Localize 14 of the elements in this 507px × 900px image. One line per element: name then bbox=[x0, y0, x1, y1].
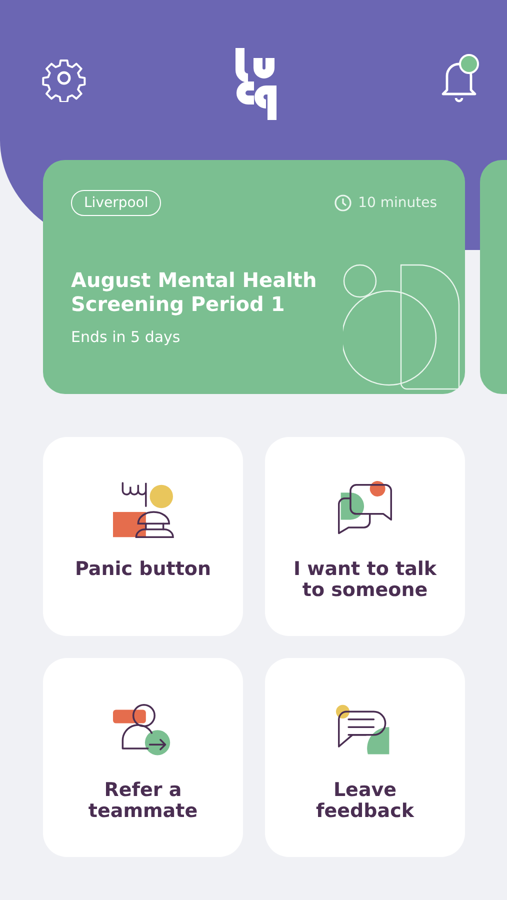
ends-text: Ends in 5 days bbox=[71, 328, 182, 346]
panic-bell-icon bbox=[111, 481, 175, 541]
action-label: Panic button bbox=[74, 559, 212, 580]
action-label: Refer a teammate bbox=[87, 780, 199, 822]
action-tile[interactable]: Refer a teammate bbox=[43, 658, 243, 857]
action-label: I want to talk to someone bbox=[292, 559, 438, 601]
action-tile[interactable]: Panic button bbox=[43, 437, 243, 636]
location-tag: Liverpool bbox=[71, 190, 162, 216]
clock-icon bbox=[334, 194, 352, 212]
duration-text: 10 minutes bbox=[358, 195, 437, 211]
action-tile[interactable]: I want to talk to someone bbox=[265, 437, 465, 636]
action-tile[interactable]: Leave feedback bbox=[265, 658, 465, 857]
survey-title: August Mental Health Screening Period 1 bbox=[71, 268, 318, 316]
action-label: Leave feedback bbox=[315, 780, 416, 822]
